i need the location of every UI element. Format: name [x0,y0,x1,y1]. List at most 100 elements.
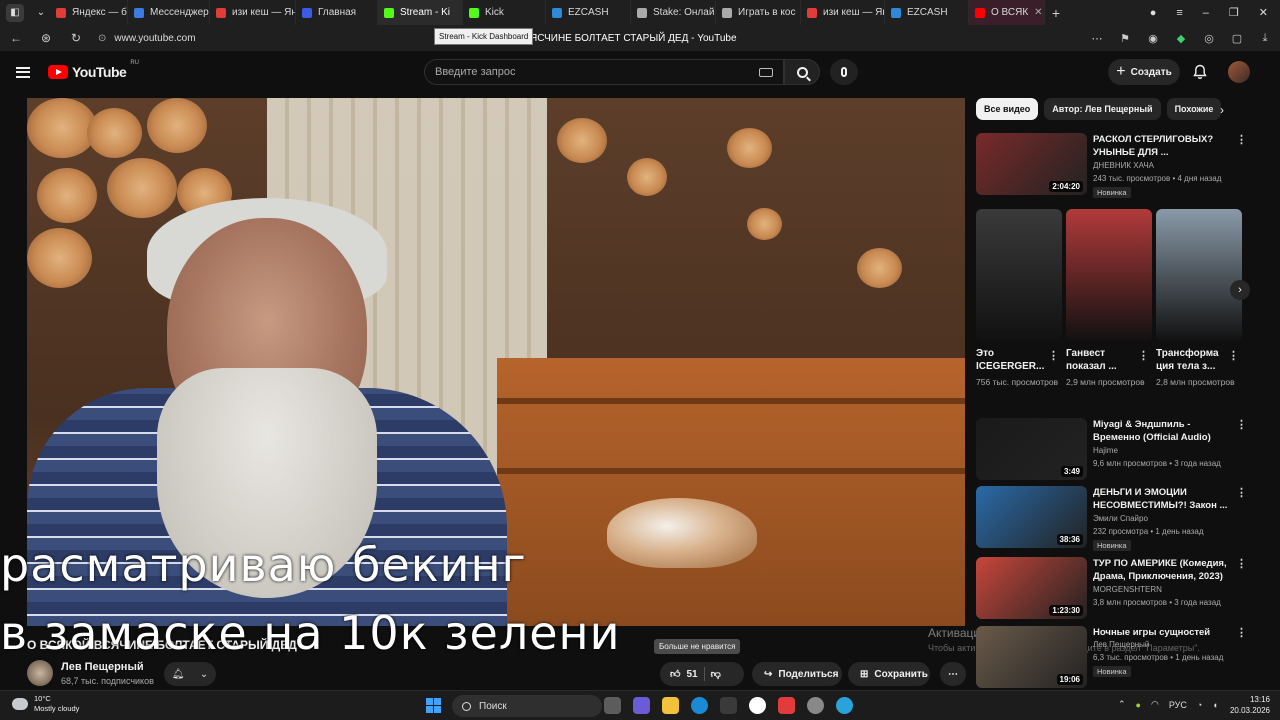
browser-tab[interactable]: изи кеш — Ян [210,0,296,25]
recommended-video[interactable]: 1:23:30 ТУР ПО АМЕРИКЕ (Комедия, Драма, П… [976,557,1247,621]
video-thumbnail[interactable]: 1:23:30 [976,557,1087,619]
network-icon[interactable]: ◠ [1151,699,1159,710]
browser-tab[interactable]: Stream - Ki [378,0,463,25]
browser-tab[interactable]: О ВСЯК ✕ [969,0,1045,25]
tray-app-icon[interactable]: ● [1136,700,1141,710]
search-input[interactable]: Введите запрос [424,59,784,85]
back-icon[interactable]: ← [8,31,24,45]
store-icon[interactable] [720,697,737,714]
recommended-video[interactable]: 2:04:20 РАСКОЛ СТЕРЛИГОВЫХ? УНЫНЬЕ ДЛЯ ..… [976,133,1247,198]
channel-name[interactable]: Лев Пещерный [61,661,144,673]
video-title[interactable]: ТУР ПО АМЕРИКЕ (Комедия, Драма, Приключе… [1093,557,1233,583]
video-thumbnail[interactable]: 3:49 [976,418,1087,480]
chip-related[interactable]: Похожие [1166,98,1222,120]
teams-icon[interactable] [633,697,650,714]
new-tab-icon[interactable]: + [1045,5,1067,21]
browser-tab[interactable]: EZCASH [885,0,969,25]
video-channel[interactable]: MORGENSHTERN [1093,585,1162,594]
restore-icon[interactable]: ❐ [1229,6,1239,19]
tray-chevron-icon[interactable]: ⌃ [1118,699,1126,710]
download-icon[interactable]: ⤓ [1258,32,1272,45]
short-video[interactable]: Трансформа ция тела з... 2,8 млн просмотр… [1156,209,1242,388]
short-title[interactable]: Трансформа ция тела з... [1156,347,1226,373]
browser-tab[interactable]: Stake: Онлай [631,0,716,25]
like-icon[interactable]: 👍︎ [670,668,680,680]
volume-icon[interactable]: ◖ [1212,700,1217,710]
windows-start-icon[interactable] [426,698,441,713]
video-menu-icon[interactable]: ⋮ [1236,418,1247,431]
browser-tab[interactable]: Играть в кос [716,0,801,25]
yandex-browser-icon[interactable] [749,697,766,714]
video-channel[interactable]: Hajime [1093,446,1118,455]
translate-icon[interactable]: ◉ [1146,32,1160,45]
create-button[interactable]: + Создать [1108,59,1180,85]
edge-icon[interactable] [691,697,708,714]
video-title[interactable]: ДЕНЬГИ И ЭМОЦИИ НЕСОВМЕСТИМЫ?! Закон ... [1093,486,1233,512]
language-indicator[interactable]: РУС [1169,700,1187,710]
short-video[interactable]: Это ICEGERGER... 756 тыс. просмотров ⋮ [976,209,1062,388]
youtube-logo[interactable]: YouTube RU [48,60,139,80]
browser-tab[interactable]: EZCASH [546,0,631,25]
short-title[interactable]: Это ICEGERGER... [976,347,1046,373]
reload-icon[interactable]: ↻ [68,31,84,45]
taskbar-search[interactable]: Поиск [452,695,602,717]
short-menu-icon[interactable]: ⋮ [1138,349,1149,362]
subscription-bell-button[interactable]: 🔔︎ ⌄ [164,662,216,686]
app-icon[interactable] [807,697,824,714]
extension-icon[interactable]: ◆ [1174,32,1188,45]
like-count[interactable]: 51 [686,669,697,680]
chip-author[interactable]: Автор: Лев Пещерный [1044,98,1161,120]
recommended-video[interactable]: 38:36 ДЕНЬГИ И ЭМОЦИИ НЕСОВМЕСТИМЫ?! Зако… [976,486,1247,551]
video-thumbnail[interactable]: 2:04:20 [976,133,1087,195]
more-actions-button[interactable]: ⋯ [940,662,966,686]
video-title[interactable]: РАСКОЛ СТЕРЛИГОВЫХ? УНЫНЬЕ ДЛЯ ... [1093,133,1233,159]
more-icon[interactable]: ⋯ [1090,32,1104,45]
notifications-bell-icon[interactable] [1192,64,1208,80]
video-channel[interactable]: Лев Пещерный [1093,640,1149,649]
protect-icon[interactable]: ⊛ [38,31,54,45]
keyboard-icon[interactable] [759,67,773,77]
short-thumbnail[interactable] [976,209,1062,341]
yandex-icon[interactable] [778,697,795,714]
tab-list-icon[interactable]: ⌄ [32,4,50,22]
browser-tab[interactable]: Мессенджер [128,0,210,25]
share-button[interactable]: ↪ Поделиться [752,662,842,686]
weather-widget[interactable]: 10°C Mostly cloudy [12,694,79,714]
browser-tab[interactable]: Kick [463,0,546,25]
search-button[interactable] [784,59,820,85]
dislike-icon[interactable]: 👎︎ [711,668,721,680]
close-tab-icon[interactable]: ✕ [1034,7,1042,18]
voice-search-button[interactable] [830,59,858,85]
collections-icon[interactable]: ▢ [1230,32,1244,45]
menu-icon[interactable]: ≡ [1176,7,1182,19]
channel-avatar[interactable] [27,660,53,686]
url-field[interactable]: ⊙ www.youtube.com [98,33,196,44]
chip-all-videos[interactable]: Все видео [976,98,1039,120]
video-menu-icon[interactable]: ⋮ [1236,486,1247,499]
short-video[interactable]: Ганвест показал ... 2,9 млн просмотров ⋮ [1066,209,1152,388]
sidebar-toggle-icon[interactable]: ◧ [6,3,24,22]
video-channel[interactable]: ДНЕВНИК ХАЧА [1093,161,1154,170]
short-menu-icon[interactable]: ⋮ [1228,349,1239,362]
short-title[interactable]: Ганвест показал ... [1066,347,1136,373]
telegram-icon[interactable] [836,697,853,714]
video-menu-icon[interactable]: ⋮ [1236,626,1247,639]
close-window-icon[interactable]: ✕ [1259,6,1268,19]
browser-tab[interactable]: Яндекс — бы [50,0,128,25]
system-clock[interactable]: 13:16 20.03.2026 [1228,694,1270,716]
chips-next-icon[interactable]: › [1220,103,1224,117]
browser-tab[interactable]: изи кеш — Ян [801,0,885,25]
video-channel[interactable]: Эмили Спайро [1093,514,1148,523]
video-title[interactable]: Miyagi & Эндшпиль - Временно (Official A… [1093,418,1233,444]
short-menu-icon[interactable]: ⋮ [1048,349,1059,362]
vpn-icon[interactable]: ◎ [1202,32,1216,45]
save-button[interactable]: ⊞ Сохранить [848,662,930,686]
wifi-icon[interactable]: ◔ [1197,700,1202,710]
profile-icon[interactable]: ● [1150,7,1157,19]
video-thumbnail[interactable]: 38:36 [976,486,1087,548]
explorer-icon[interactable] [662,697,679,714]
browser-tab[interactable]: Главная [296,0,378,25]
recommended-video[interactable]: 3:49 Miyagi & Эндшпиль - Временно (Offici… [976,418,1247,482]
short-thumbnail[interactable] [1156,209,1242,341]
shorts-next-button[interactable]: › [1230,280,1250,300]
